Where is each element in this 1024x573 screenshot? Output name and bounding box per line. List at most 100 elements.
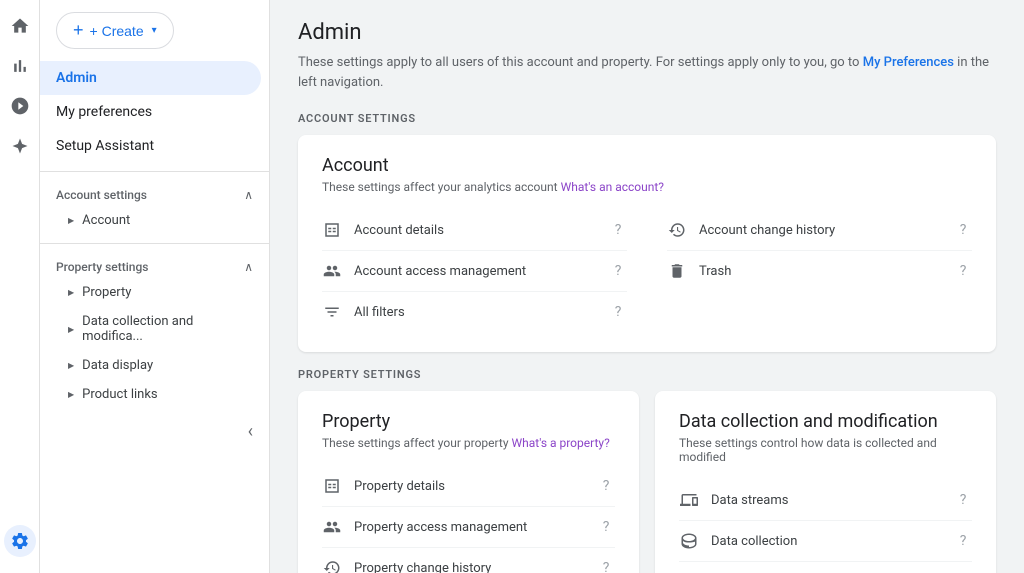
property-card: Property These settings affect your prop… <box>298 391 639 573</box>
account-right-col: Account change history ? Trash ? <box>667 210 972 332</box>
property-change-history-label: Property change history <box>354 561 491 573</box>
all-filters-item[interactable]: All filters ? <box>322 292 627 332</box>
property-card-desc: These settings affect your property What… <box>322 436 615 450</box>
account-card: Account These settings affect your analy… <box>298 135 996 352</box>
property-access-label: Property access management <box>354 520 527 535</box>
collapse-sidebar-button[interactable]: ‹ <box>40 413 269 450</box>
account-access-item[interactable]: Account access management ? <box>322 251 627 292</box>
account-access-label: Account access management <box>354 264 526 279</box>
property-change-history-left: Property change history <box>322 558 491 573</box>
account-change-history-item[interactable]: Account change history ? <box>667 210 972 251</box>
data-streams-label: Data streams <box>711 493 788 508</box>
data-collection-card-title: Data collection and modification <box>679 411 972 432</box>
account-change-help-icon[interactable]: ? <box>954 221 972 239</box>
whats-account-link[interactable]: What's an account? <box>561 180 664 194</box>
target-icon[interactable] <box>4 90 36 122</box>
main-content: Admin These settings apply to all users … <box>270 0 1024 573</box>
bar-chart-icon[interactable] <box>4 50 36 82</box>
account-details-help-icon[interactable]: ? <box>609 221 627 239</box>
sidebar: + + Create ▾ Admin My preferences Setup … <box>40 0 270 573</box>
trash-help-icon[interactable]: ? <box>954 262 972 280</box>
all-filters-help-icon[interactable]: ? <box>609 303 627 321</box>
account-left-list: Account details ? Account access managem… <box>322 210 627 332</box>
property-history-icon <box>322 558 342 573</box>
database-icon <box>679 531 699 551</box>
account-settings-section[interactable]: Account settings ∧ <box>40 180 269 206</box>
account-change-history-left: Account change history <box>667 220 835 240</box>
property-details-label: Property details <box>354 479 445 494</box>
chevron-up-icon: ∧ <box>244 188 253 202</box>
data-collection-list: Data streams ? Data collection ? <box>679 480 972 573</box>
data-collection-left: Data collection <box>679 531 797 551</box>
account-access-left: Account access management <box>322 261 526 281</box>
data-collection-sub-label: Data collection and modifica... <box>82 314 253 344</box>
property-cards-row: Property These settings affect your prop… <box>298 391 996 573</box>
account-left-col: Account details ? Account access managem… <box>322 210 627 332</box>
sidebar-item-account[interactable]: Account <box>40 206 269 235</box>
sidebar-item-data-collection[interactable]: Data collection and modifica... <box>40 307 269 351</box>
all-filters-label: All filters <box>354 305 405 320</box>
icon-rail <box>0 0 40 573</box>
whats-property-link[interactable]: What's a property? <box>511 436 609 450</box>
account-card-desc: These settings affect your analytics acc… <box>322 180 972 194</box>
data-display-sub-label: Data display <box>82 358 153 373</box>
sidebar-item-property[interactable]: Property <box>40 278 269 307</box>
data-collection-help-icon[interactable]: ? <box>954 532 972 550</box>
collapse-icon: ‹ <box>248 421 253 442</box>
data-streams-help-icon[interactable]: ? <box>954 491 972 509</box>
property-access-left: Property access management <box>322 517 527 537</box>
table-icon <box>322 220 342 240</box>
plus-icon: + <box>73 20 84 41</box>
trash-left: Trash <box>667 261 731 281</box>
property-change-history-item[interactable]: Property change history ? <box>322 548 615 573</box>
property-access-item[interactable]: Property access management ? <box>322 507 615 548</box>
trash-item[interactable]: Trash ? <box>667 251 972 291</box>
sidebar-header: + + Create ▾ <box>40 0 269 57</box>
data-collection-item[interactable]: Data collection ? <box>679 521 972 562</box>
spark-icon[interactable] <box>4 130 36 162</box>
property-settings-section-title: PROPERTY SETTINGS <box>298 368 996 381</box>
data-import-item[interactable]: Data import ? <box>679 562 972 573</box>
property-details-left: Property details <box>322 476 445 496</box>
account-change-history-label: Account change history <box>699 223 835 238</box>
setup-label: Setup Assistant <box>56 138 154 154</box>
sidebar-item-setup[interactable]: Setup Assistant <box>40 129 261 163</box>
sidebar-nav: Admin My preferences Setup Assistant Acc… <box>40 57 269 413</box>
property-access-help-icon[interactable]: ? <box>597 518 615 536</box>
sidebar-item-product-links[interactable]: Product links <box>40 380 269 409</box>
sidebar-item-admin[interactable]: Admin <box>40 61 261 95</box>
create-label: + Create <box>90 23 144 39</box>
property-settings-label: Property settings <box>56 260 148 274</box>
property-card-title: Property <box>322 411 615 432</box>
property-details-help-icon[interactable]: ? <box>597 477 615 495</box>
account-sub-label: Account <box>82 213 130 228</box>
page-desc-text: These settings apply to all users of thi… <box>298 55 859 70</box>
chevron-down-icon: ▾ <box>152 25 157 36</box>
property-settings-section[interactable]: Property settings ∧ <box>40 252 269 278</box>
account-access-help-icon[interactable]: ? <box>609 262 627 280</box>
data-streams-item[interactable]: Data streams ? <box>679 480 972 521</box>
settings-gear-icon[interactable] <box>4 525 36 557</box>
data-collection-label: Data collection <box>711 534 797 549</box>
sidebar-item-data-display[interactable]: Data display <box>40 351 269 380</box>
account-card-desc-text: These settings affect your analytics acc… <box>322 180 558 194</box>
account-card-title: Account <box>322 155 972 176</box>
account-settings-label: Account settings <box>56 188 147 202</box>
property-sub-label: Property <box>82 285 131 300</box>
home-icon[interactable] <box>4 10 36 42</box>
account-settings-section-title: ACCOUNT SETTINGS <box>298 112 996 125</box>
my-preferences-link[interactable]: My Preferences <box>863 55 954 70</box>
create-button[interactable]: + + Create ▾ <box>56 12 174 49</box>
account-details-item[interactable]: Account details ? <box>322 210 627 251</box>
account-right-list: Account change history ? Trash ? <box>667 210 972 291</box>
account-details-label: Account details <box>354 223 444 238</box>
preferences-label: My preferences <box>56 104 152 120</box>
account-details-left: Account details <box>322 220 444 240</box>
property-change-help-icon[interactable]: ? <box>597 559 615 573</box>
trash-icon <box>667 261 687 281</box>
data-streams-left: Data streams <box>679 490 788 510</box>
history-icon <box>667 220 687 240</box>
sidebar-item-preferences[interactable]: My preferences <box>40 95 261 129</box>
property-settings-list: Property details ? Property access manag… <box>322 466 615 573</box>
property-details-item[interactable]: Property details ? <box>322 466 615 507</box>
